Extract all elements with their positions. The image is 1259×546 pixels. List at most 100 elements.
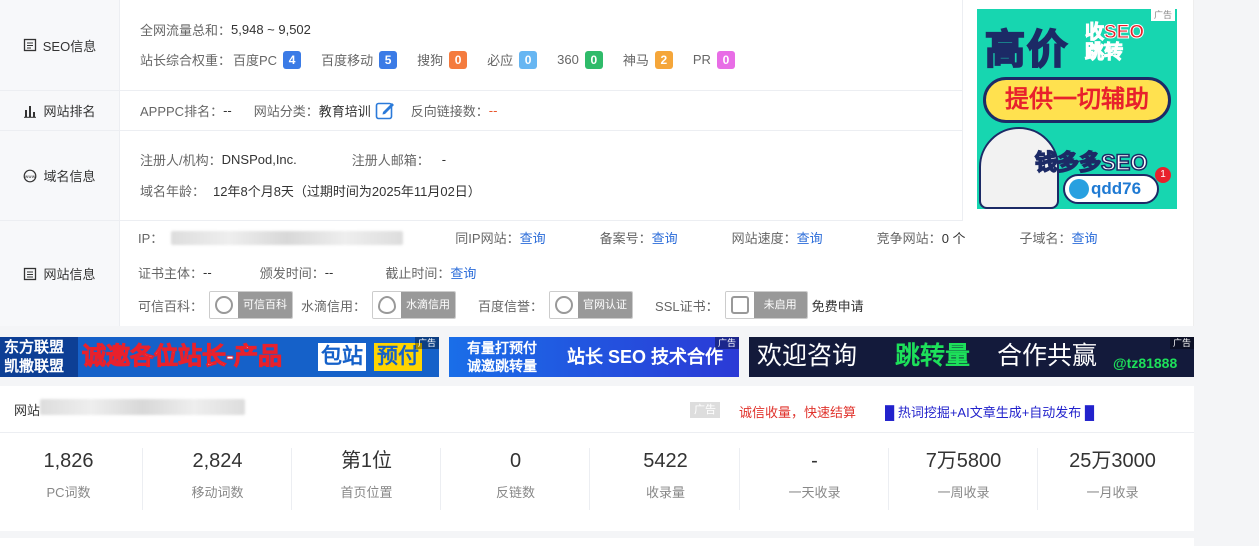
www-globe-icon: www (24, 169, 37, 182)
cert-owner-label: 证书主体： (138, 266, 204, 281)
stat-day-indexed[interactable]: - 一天收录 (740, 448, 889, 510)
stat-caption: 一月收录 (1086, 485, 1139, 500)
ad-seo-jump[interactable]: 高价 收SEO 跳转 提供一切辅助 钱多多SEO qdd76 1 广告 (977, 9, 1177, 209)
banner1-badge1: 包站 (318, 343, 366, 371)
notification-badge: 1 (1155, 167, 1171, 183)
weight-name: 必应 (487, 53, 514, 68)
banner1-left-line1: 东方联盟 (4, 339, 65, 356)
weight-sogou[interactable]: 搜狗 0 (417, 50, 468, 69)
edit-icon[interactable] (375, 100, 395, 120)
weight-badge: 5 (379, 50, 398, 69)
weight-name: 百度移动 (321, 53, 374, 68)
weight-name: PR (692, 52, 711, 67)
weight-baidu-mobile[interactable]: 百度移动 5 (321, 50, 398, 69)
ssl-tag-text: 未启用 (753, 292, 807, 318)
subdomain-link[interactable]: 查询 (1072, 228, 1098, 247)
ssl-badge[interactable]: 未启用 (724, 291, 808, 319)
stat-value: 1,826 (43, 450, 94, 472)
weight-badge: 4 (283, 50, 302, 69)
shuidi-badge[interactable]: 水滴信用 (372, 291, 457, 319)
telegram-icon (1069, 179, 1089, 199)
traffic-label: 全网流量总和： (140, 23, 232, 38)
category-value: 教育培训 (318, 103, 371, 119)
email-value: - (441, 152, 447, 167)
banner-ad-2[interactable]: 有量打预付 诚邀跳转量 站长 SEO 技术合作 广告 (449, 337, 739, 377)
icp-link[interactable]: 查询 (652, 228, 678, 247)
banner2-left: 有量打预付 诚邀跳转量 (467, 339, 537, 375)
weight-360[interactable]: 360 0 (557, 50, 603, 69)
stat-value: 5422 (643, 450, 688, 472)
banner3-handle: @tz81888 (1113, 355, 1178, 371)
speed-link[interactable]: 查询 (797, 228, 823, 247)
divider (962, 0, 963, 221)
apppc-label: APPPC排名： (140, 103, 224, 119)
stat-value: 7万5800 (925, 450, 1002, 472)
weight-pr[interactable]: PR 0 (692, 50, 735, 69)
stat-week-indexed[interactable]: 7万5800 一周收录 (889, 448, 1038, 510)
ip-value-redacted (171, 230, 404, 245)
promo-link-red[interactable]: 诚信收量，快速结算 (739, 402, 856, 421)
stat-caption: 移动词数 (191, 485, 244, 500)
promo-link-blue[interactable]: █ 热词挖掘+AI文章生成+自动发布 █ (885, 402, 1094, 421)
stat-backlinks[interactable]: 0 反链数 (441, 448, 590, 510)
competitor-label: 竞争网站： (876, 231, 942, 246)
ad-pill: 提供一切辅助 (983, 77, 1171, 123)
kexin-tag-text: 可信百科 (238, 292, 293, 318)
kexin-badge[interactable]: 可信百科 (209, 291, 294, 319)
weight-baidu-pc[interactable]: 百度PC 4 (233, 50, 302, 69)
weight-shenma[interactable]: 神马 2 (623, 50, 673, 69)
stat-value: - (811, 450, 818, 472)
stat-mobile-words[interactable]: 2,824 移动词数 (143, 448, 292, 510)
ad-money-text: 钱多多SEO (1034, 149, 1148, 176)
weight-name: 搜狗 (417, 53, 444, 68)
expire-link[interactable]: 查询 (450, 263, 476, 282)
kexin-label: 可信百科： (138, 298, 204, 314)
age-label: 域名年龄： (140, 184, 206, 199)
ssl-apply-link[interactable]: 免费申请 (812, 296, 864, 315)
ad-telegram-pill: qdd76 (1063, 174, 1159, 204)
seo-info-label-cell: SEO信息 (0, 0, 120, 90)
backlinks-value: -- (488, 102, 498, 118)
shuidi-tag-text: 水滴信用 (401, 292, 456, 318)
stats-header: 网站 广告 诚信收量，快速结算 █ 热词挖掘+AI文章生成+自动发布 █ (0, 386, 1194, 433)
weight-badge: 2 (654, 50, 673, 69)
weight-badge: 0 (519, 50, 538, 69)
seo-info-row: SEO信息 全网流量总和： 5,948 ~ 9,502 站长综合权重： 百度PC… (0, 0, 962, 91)
ad-tag: 广告 (1150, 9, 1175, 21)
stat-month-indexed[interactable]: 25万3000 一月收录 (1038, 448, 1187, 508)
svg-text:www: www (25, 173, 36, 178)
stat-caption: 收录量 (645, 485, 685, 500)
baidu-credit-badge[interactable]: 官网认证 (549, 291, 634, 319)
weight-bing[interactable]: 必应 0 (487, 50, 538, 69)
document-icon (23, 38, 36, 52)
stat-home-position[interactable]: 第1位首页位置 (292, 448, 441, 510)
banner1-left: 东方联盟 凯撒联盟 (0, 337, 78, 377)
ad-red-line2: 跳转 (1084, 42, 1124, 63)
speed-label: 网站速度： (731, 231, 797, 246)
banner-ad-3[interactable]: 欢迎咨询 跳转量 合作共赢 @tz81888 广告 (749, 337, 1194, 377)
stat-caption: 一周收录 (937, 485, 990, 500)
expire-label: 截止时间： (385, 266, 451, 281)
banner-ad-1[interactable]: 东方联盟 凯撒联盟 诚邀各位站长-产品 包站 预付 广告 (0, 337, 439, 377)
baidu-tag-text: 官网认证 (578, 292, 633, 318)
shuidi-label: 水滴信用： (301, 298, 367, 314)
site-info-label-cell: 网站信息 (0, 221, 120, 326)
weight-badge: 0 (449, 50, 468, 69)
stat-pc-words[interactable]: 1,826 PC词数 (0, 448, 143, 510)
email-label: 注册人邮箱： (351, 153, 430, 168)
weight-name: 360 (557, 52, 579, 67)
same-ip-link[interactable]: 查询 (520, 228, 546, 247)
stat-value: 第1位 (340, 450, 393, 472)
stat-value: 0 (509, 450, 522, 472)
site-name-prefix: 网站 (14, 403, 41, 418)
weight-badge: 0 (584, 50, 603, 69)
stat-caption: 首页位置 (340, 485, 393, 500)
banner2-main: 站长 SEO 技术合作 (567, 347, 724, 367)
stat-indexed[interactable]: 5422 收录量 (591, 448, 740, 510)
ip-label: IP： (138, 231, 164, 246)
site-name-redacted (40, 399, 245, 415)
weights-line: 站长综合权重： 百度PC 4 百度移动 5 搜狗 0 必应 0 360 0 神马 2 PR 0 (140, 50, 755, 69)
banner2-left-line2: 诚邀跳转量 (467, 358, 537, 374)
kexin-shield-icon (210, 292, 239, 318)
banner2-left-line1: 有量打预付 (467, 340, 537, 356)
